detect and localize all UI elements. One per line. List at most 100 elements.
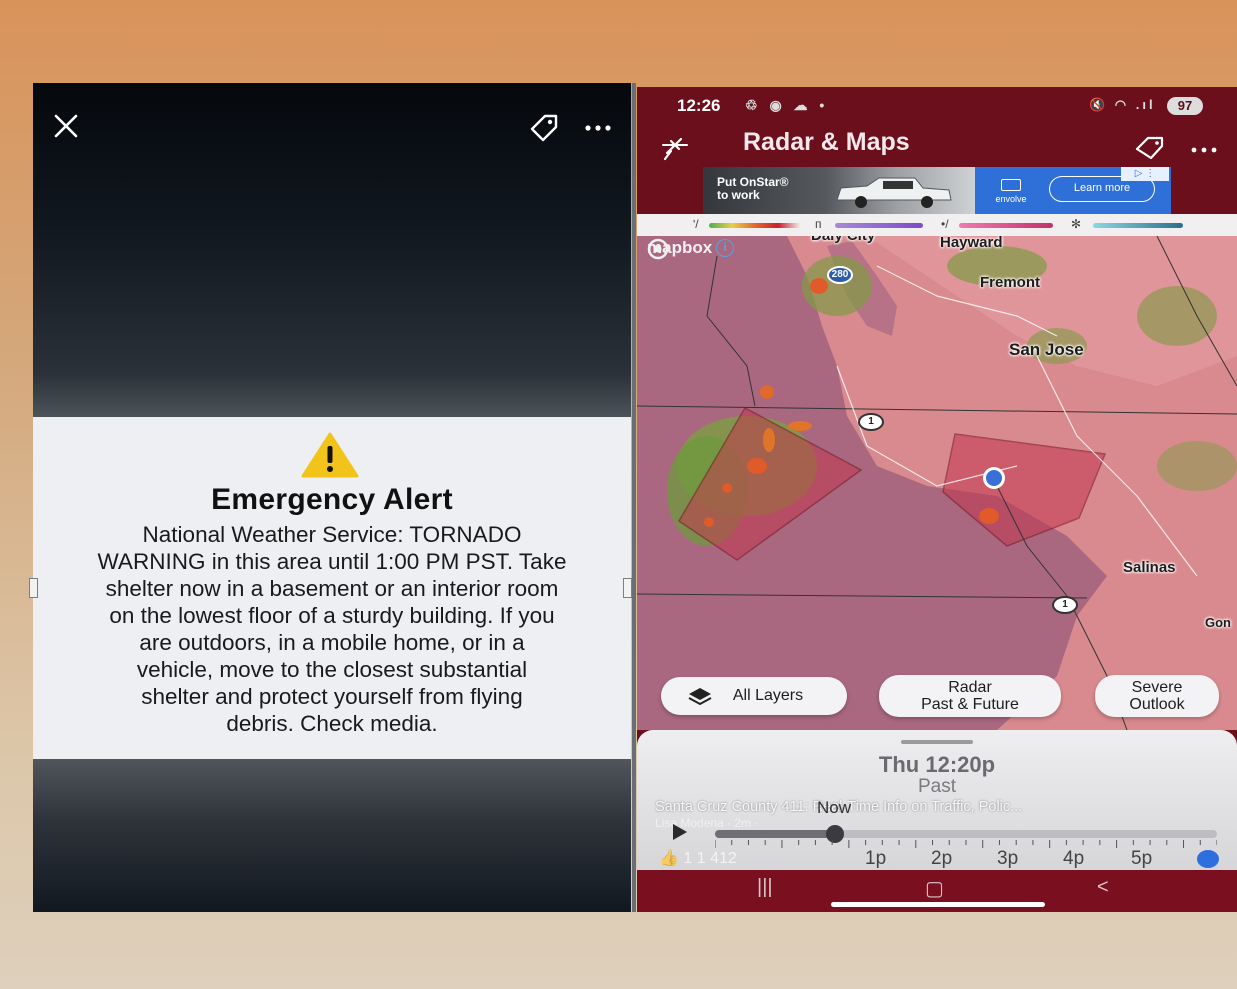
radar-map[interactable]: mapbox i Daly City Hayward Fremont San J… xyxy=(637,236,1237,730)
radar-sublabel: Past & Future xyxy=(921,696,1019,713)
tag-icon[interactable] xyxy=(1133,133,1167,163)
location-dot xyxy=(986,470,1002,486)
severe-outlook-button[interactable]: Severe Outlook xyxy=(1095,675,1219,717)
ad-brand: envolve xyxy=(987,179,1035,204)
heavy-cell xyxy=(722,483,732,493)
info-icon[interactable]: i xyxy=(716,239,735,257)
precip-cell xyxy=(1137,286,1217,346)
ad-brand-text: envolve xyxy=(995,194,1027,204)
heavy-cell xyxy=(810,278,828,294)
crop-handle-left[interactable] xyxy=(29,578,38,598)
status-time: 12:26 xyxy=(677,96,721,115)
heavy-cell xyxy=(979,508,999,524)
more-icon[interactable] xyxy=(1187,133,1221,159)
hour-label: 1p xyxy=(865,848,887,869)
mix-scale xyxy=(835,223,923,228)
ice-icon: •/ xyxy=(941,217,949,231)
rain-icon: ʹ/ xyxy=(693,217,699,231)
city-label: Salinas xyxy=(1123,559,1176,576)
back-icon[interactable]: < xyxy=(1097,876,1109,899)
severe-label: Severe xyxy=(1131,679,1183,696)
timeline-ticks xyxy=(715,840,1217,848)
ice-scale xyxy=(959,223,1053,228)
ad-cta-area: envolve Learn more ▷ ⋮ xyxy=(975,167,1171,214)
background-bottom xyxy=(33,759,631,912)
alert-message: National Weather Service: TORNADO WARNIN… xyxy=(51,521,613,737)
timeline-hours: 1p 2p 3p 4p 5p xyxy=(637,848,1237,870)
messenger-like-icon xyxy=(1197,850,1219,868)
county-line xyxy=(706,255,756,407)
precip-legend: ʹ/ ᴨ •/ ✻ xyxy=(637,214,1237,236)
tag-icon[interactable] xyxy=(527,111,561,145)
mix-icon: ᴨ xyxy=(815,217,822,231)
android-nav-bar: ||| ▢ < xyxy=(637,870,1237,912)
adchoices-icon[interactable]: ▷ ⋮ xyxy=(1121,167,1169,181)
hour-label: 3p xyxy=(997,848,1019,869)
ad-headline-line: to work xyxy=(717,188,760,202)
radar-past-future-button[interactable]: Radar Past & Future xyxy=(879,675,1061,717)
warning-icon xyxy=(301,432,359,478)
ad-image: Put OnStar® to work xyxy=(703,167,975,214)
ad-headline: Put OnStar® to work xyxy=(717,176,789,202)
heavy-cell xyxy=(760,385,774,399)
county-line xyxy=(637,593,1088,599)
alert-line: on the lowest floor of a sturdy building… xyxy=(109,603,555,628)
alert-line: debris. Check media. xyxy=(226,711,438,736)
map-canvas xyxy=(637,236,1237,730)
timeline-progress xyxy=(715,830,836,838)
heavy-cell xyxy=(747,458,767,474)
alert-line: shelter now in a basement or an interior… xyxy=(105,576,559,601)
status-bar: 12:26 ♲ ◉ ☁ • 🔇 ◠ .ıl 97 xyxy=(637,87,1237,123)
home-icon[interactable]: ▢ xyxy=(925,876,944,901)
hour-label: 2p xyxy=(931,848,953,869)
heavy-cell xyxy=(704,517,714,527)
timeline-slider[interactable] xyxy=(715,830,1217,838)
city-label: Gon xyxy=(1205,615,1231,630)
more-icon[interactable] xyxy=(581,113,615,143)
rain-scale xyxy=(709,223,801,228)
route-shield: 280 xyxy=(827,266,853,284)
unpin-icon[interactable] xyxy=(659,131,691,161)
panel-divider xyxy=(632,83,636,912)
notification-icons: ♲ ◉ ☁ • xyxy=(745,97,829,113)
timeline-state: Past xyxy=(917,776,957,797)
page-title: Radar & Maps xyxy=(743,128,910,156)
gesture-bar[interactable] xyxy=(831,902,1045,907)
emergency-alert-screen: Emergency Alert National Weather Service… xyxy=(33,83,631,912)
hour-label: 4p xyxy=(1063,848,1085,869)
alert-line: are outdoors, in a mobile home, or in a xyxy=(139,630,525,655)
heavy-cell xyxy=(788,421,812,431)
timeline-sheet: Thu 12:20p Past Santa Cruz County 411: R… xyxy=(637,730,1237,870)
sheet-grab-handle[interactable] xyxy=(901,740,973,744)
truck-image xyxy=(836,177,952,208)
hour-label: 5p xyxy=(1131,848,1153,869)
app-bar: Radar & Maps xyxy=(637,123,1237,167)
mapbox-logo-icon xyxy=(647,238,669,260)
battery-icon: 97 xyxy=(1167,97,1203,115)
all-layers-label: All Layers xyxy=(732,687,804,704)
now-label: Now xyxy=(817,798,852,817)
close-icon[interactable] xyxy=(51,111,81,141)
timeline-time: Thu 12:20p xyxy=(878,752,996,777)
route-shield: 1 xyxy=(858,413,884,431)
all-layers-button[interactable]: All Layers xyxy=(661,677,847,715)
city-label: San Jose xyxy=(1009,340,1084,359)
city-label: Fremont xyxy=(980,274,1040,291)
top-bar xyxy=(33,83,631,173)
mapbox-attribution[interactable]: mapbox i xyxy=(647,238,735,260)
crop-handle-right[interactable] xyxy=(623,578,632,598)
heavy-cell xyxy=(763,428,775,452)
route-shield: 1 xyxy=(1052,596,1078,614)
recent-apps-icon[interactable]: ||| xyxy=(757,876,773,899)
radar-app-screen: 12:26 ♲ ◉ ☁ • 🔇 ◠ .ıl 97 Radar & Maps Pu… xyxy=(637,87,1237,912)
city-label: Hayward xyxy=(940,236,1003,251)
play-icon[interactable] xyxy=(669,822,689,842)
city-label: Daly City xyxy=(811,236,875,244)
radar-label: Radar xyxy=(948,679,992,696)
alert-card: Emergency Alert National Weather Service… xyxy=(33,417,631,759)
alert-line: WARNING in this area until 1:00 PM PST. … xyxy=(97,549,567,574)
layers-icon xyxy=(688,688,712,706)
ad-banner[interactable]: Put OnStar® to work envolve Learn more ▷… xyxy=(703,167,1171,214)
alert-title: Emergency Alert xyxy=(211,483,453,516)
snow-icon: ✻ xyxy=(1071,217,1082,231)
